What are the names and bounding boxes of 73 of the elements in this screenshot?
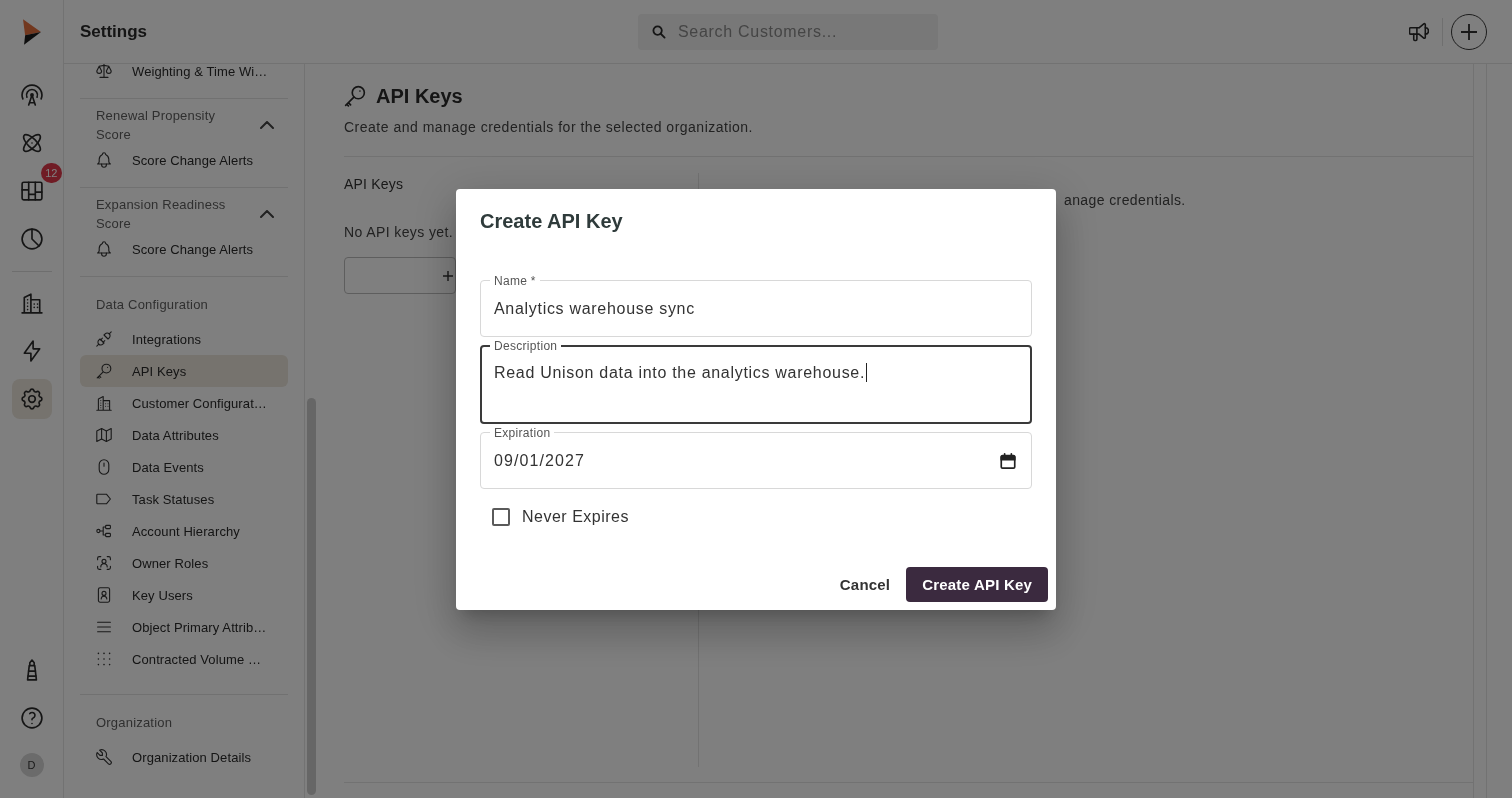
dialog-title: Create API Key xyxy=(479,208,624,234)
settings-nav-item[interactable]: Data Events xyxy=(80,451,288,483)
detail-hint-text: anage credentials. xyxy=(1064,192,1186,208)
checkbox[interactable] xyxy=(492,507,510,526)
page-subtitle: Create and manage credentials for the selected organization. xyxy=(344,118,754,137)
settings-nav-item[interactable]: Score Change Alerts xyxy=(80,144,288,176)
expiration-field[interactable]: Expiration 09/01/2027 xyxy=(480,425,1032,489)
cancel-button[interactable]: Cancel xyxy=(827,566,903,602)
page-title: API Keys xyxy=(376,84,463,108)
field-label: Expiration xyxy=(493,425,552,440)
contact-card-icon xyxy=(96,587,112,603)
plus-icon xyxy=(1461,23,1477,40)
text-cursor-icon xyxy=(866,363,868,382)
building-icon xyxy=(20,292,43,314)
mouse-icon xyxy=(96,459,112,475)
settings-nav-item[interactable]: Account Hierarchy xyxy=(80,515,288,547)
scale-icon xyxy=(96,64,112,79)
calendar-icon[interactable] xyxy=(1000,452,1016,469)
hierarchy-icon xyxy=(96,523,112,539)
antenna-icon xyxy=(20,84,43,106)
create-button[interactable]: Create API Key xyxy=(906,566,1048,602)
nav-section-title: Expansion Readiness Score xyxy=(96,196,227,233)
settings-nav-item[interactable]: Contracted Volume … xyxy=(80,643,288,675)
settings-nav-item[interactable]: Data Attributes xyxy=(80,419,288,451)
nav-section-title: Organization xyxy=(96,714,173,732)
scrollbar-thumb[interactable] xyxy=(307,398,316,795)
settings-nav-item[interactable]: Organization Details xyxy=(80,741,288,773)
nav-rail-button[interactable] xyxy=(11,379,52,419)
name-field[interactable]: Name * Analytics warehouse sync xyxy=(480,273,1032,337)
settings-nav-item[interactable]: Weighting & Time Wi… xyxy=(80,64,288,87)
settings-nav-item[interactable]: API Keys xyxy=(80,355,288,387)
bell-icon xyxy=(96,152,112,168)
header-title: Settings xyxy=(80,21,148,42)
key-icon xyxy=(96,363,112,379)
user-avatar[interactable]: D xyxy=(19,753,44,777)
settings-nav-item[interactable]: Customer Configurat… xyxy=(80,387,288,419)
settings-nav-item[interactable]: Key Users xyxy=(80,579,288,611)
tag-icon xyxy=(96,491,112,507)
nav-section-title: Renewal Propensity Score xyxy=(96,107,217,144)
plus-icon xyxy=(443,270,453,281)
plug-icon xyxy=(96,331,112,347)
map-icon xyxy=(96,427,112,443)
description-field[interactable]: Description Read Unison data into the analytics warehouse. xyxy=(480,338,1032,424)
settings-nav-item[interactable]: Owner Roles xyxy=(80,547,288,579)
board-icon xyxy=(20,180,43,202)
settings-nav-item[interactable]: Integrations xyxy=(80,323,288,355)
pane-heading: API Keys xyxy=(344,175,404,194)
dot-grid-icon xyxy=(96,651,112,667)
building-icon xyxy=(96,395,112,411)
chevron-icon[interactable] xyxy=(260,210,274,218)
settings-icon xyxy=(20,388,43,410)
field-label: Description xyxy=(493,338,559,353)
megaphone-icon[interactable] xyxy=(1409,21,1429,42)
settings-nav-item[interactable]: Score Change Alerts xyxy=(80,233,288,265)
atom-icon xyxy=(20,132,43,154)
wrench-icon xyxy=(96,749,112,765)
field-label: Name * xyxy=(493,273,537,288)
checkbox-label: Never Expires xyxy=(522,507,629,526)
notification-badge: 12 xyxy=(41,163,62,183)
nav-section-title: Data Configuration xyxy=(96,296,208,314)
pie-chart-icon xyxy=(20,228,43,250)
settings-nav-item[interactable]: Task Statuses xyxy=(80,483,288,515)
help-icon xyxy=(20,707,43,729)
settings-nav-item[interactable]: Object Primary Attrib… xyxy=(80,611,288,643)
chevron-icon[interactable] xyxy=(260,121,274,129)
user-frame-icon xyxy=(96,555,112,571)
add-button[interactable] xyxy=(1451,13,1487,50)
empty-state-text: No API keys yet. xyxy=(344,223,454,242)
list-icon xyxy=(96,619,112,635)
search-icon xyxy=(652,24,666,39)
bell-icon xyxy=(96,241,112,257)
key-icon xyxy=(344,85,366,107)
app-logo xyxy=(22,18,41,45)
